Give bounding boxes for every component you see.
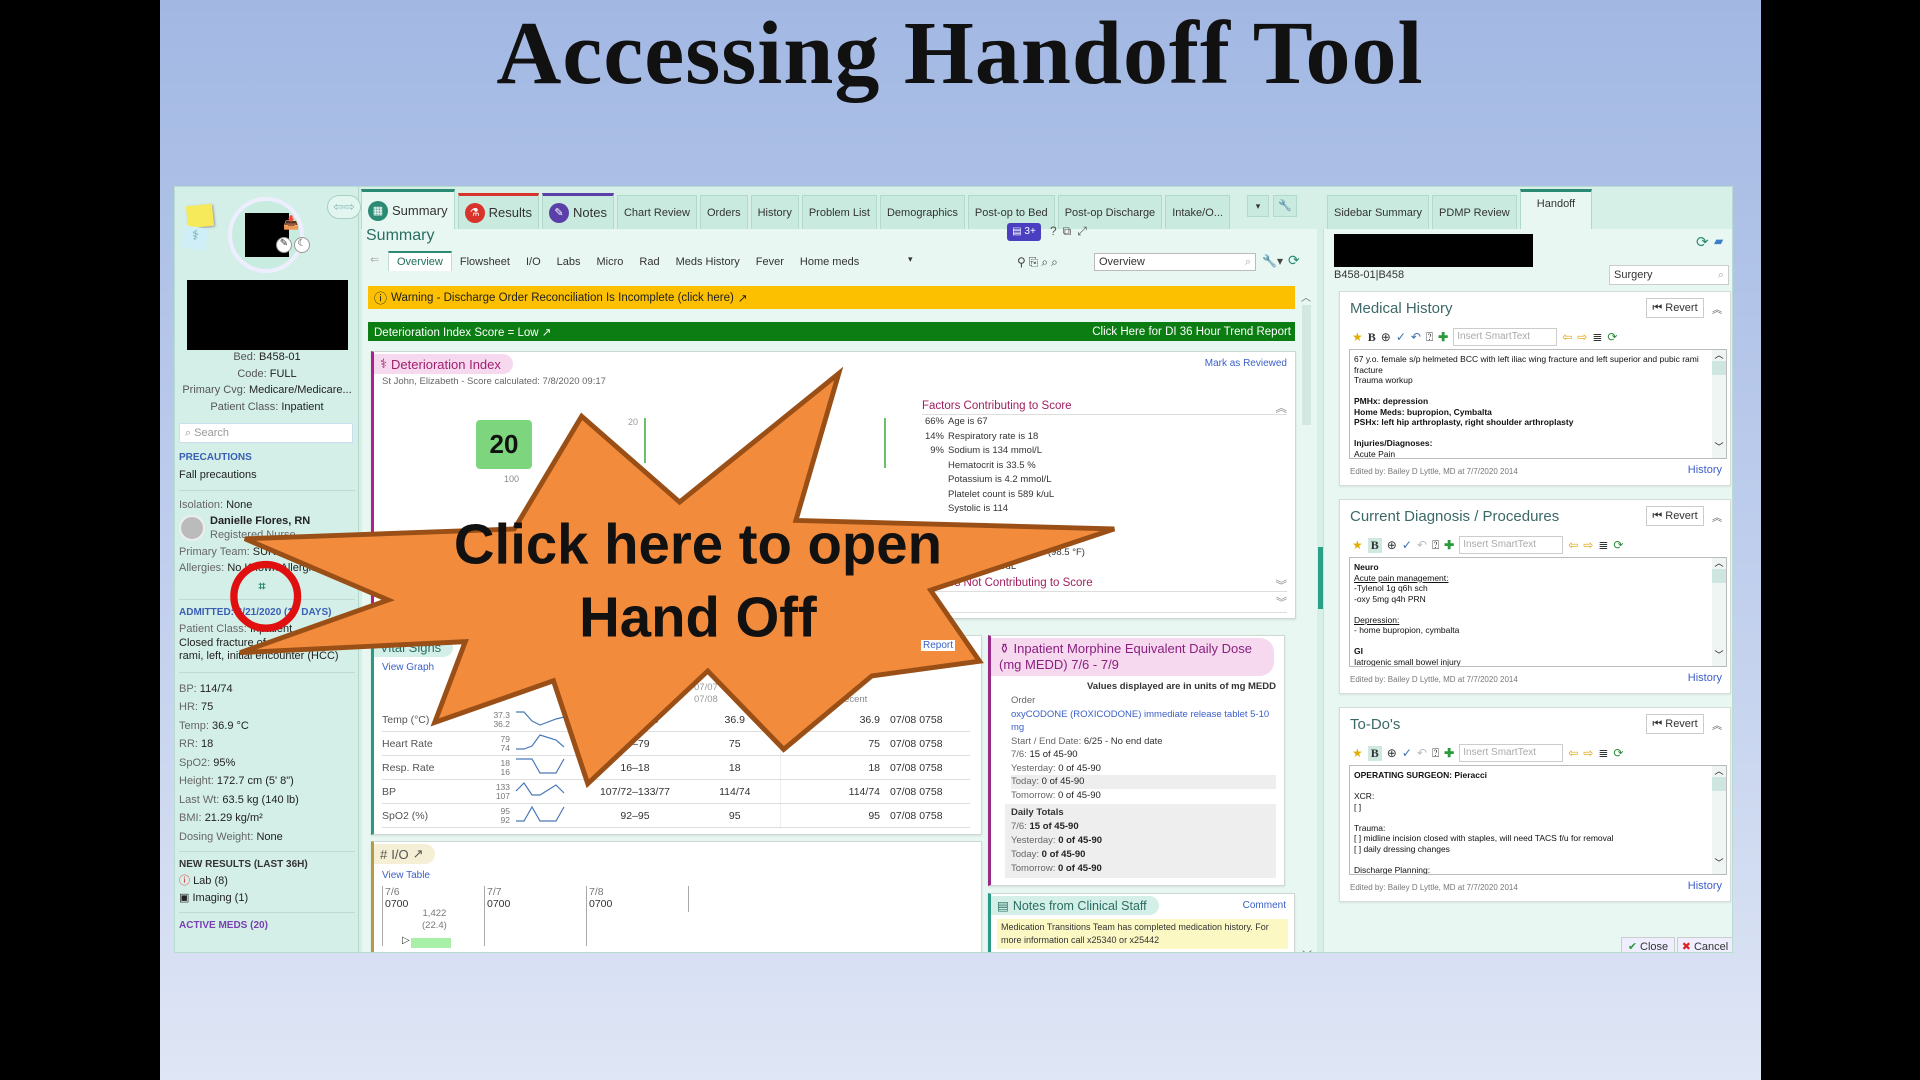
callout-line-2: Hand Off — [579, 586, 817, 649]
callout-overlay: Click here to open Hand Off — [230, 366, 1116, 789]
highlight-circle — [230, 560, 302, 632]
vitals-report-link[interactable]: Report — [921, 640, 956, 651]
starburst-callout — [239, 366, 1116, 789]
callout-line-1: Click here to open — [454, 512, 942, 575]
